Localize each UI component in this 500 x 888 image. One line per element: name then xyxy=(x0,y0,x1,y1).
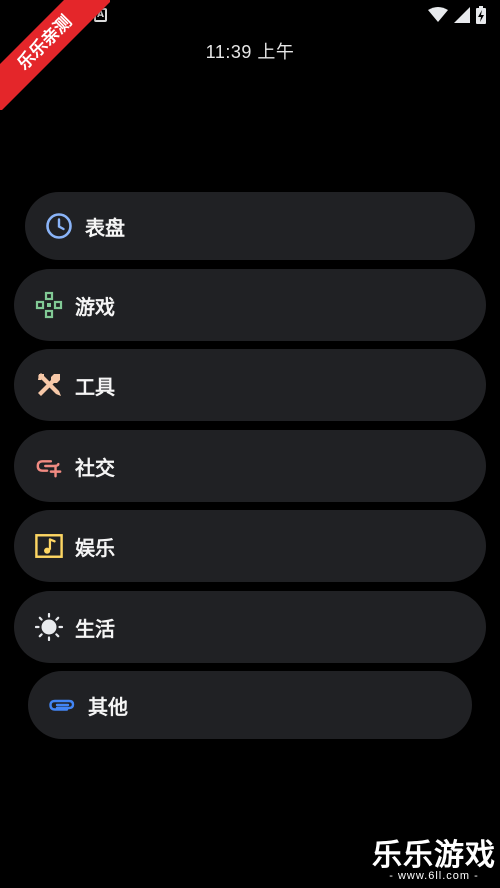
watermark: 乐乐游戏 - www.6ll.com - xyxy=(372,830,496,882)
menu-item-label: 社交 xyxy=(75,455,115,480)
menu-item-watchface[interactable]: 表盘 xyxy=(25,192,475,260)
tools-icon xyxy=(35,371,63,399)
music-note-icon xyxy=(35,532,63,560)
menu-item-other[interactable]: 其他 xyxy=(28,671,472,739)
corner-ribbon: 乐乐亲测 xyxy=(0,0,110,110)
ribbon-label: 乐乐亲测 xyxy=(0,0,110,110)
clock-icon xyxy=(45,212,73,240)
menu-item-label: 工具 xyxy=(75,374,115,399)
menu-item-tools[interactable]: 工具 xyxy=(14,349,486,421)
menu-item-label: 表盘 xyxy=(85,215,125,240)
menu-item-label: 其他 xyxy=(88,694,128,719)
gamepad-icon xyxy=(35,291,63,319)
menu-item-label: 游戏 xyxy=(75,294,115,319)
status-bar-right xyxy=(428,6,486,24)
watermark-title: 乐乐游戏 xyxy=(372,838,496,873)
paperclip-icon xyxy=(48,691,76,719)
menu-item-label: 生活 xyxy=(75,616,115,641)
menu-item-social[interactable]: 社交 xyxy=(14,430,486,502)
menu-item-life[interactable]: 生活 xyxy=(14,591,486,663)
wifi-icon xyxy=(428,7,448,22)
battery-icon xyxy=(476,6,486,24)
sun-icon xyxy=(35,613,63,641)
menu-item-label: 娱乐 xyxy=(75,535,115,560)
menu-item-games[interactable]: 游戏 xyxy=(14,269,486,341)
signal-icon xyxy=(454,7,470,23)
menu-item-entertainment[interactable]: 娱乐 xyxy=(14,510,486,582)
link-add-icon xyxy=(35,452,63,480)
watermark-url: - www.6ll.com - xyxy=(389,870,479,882)
